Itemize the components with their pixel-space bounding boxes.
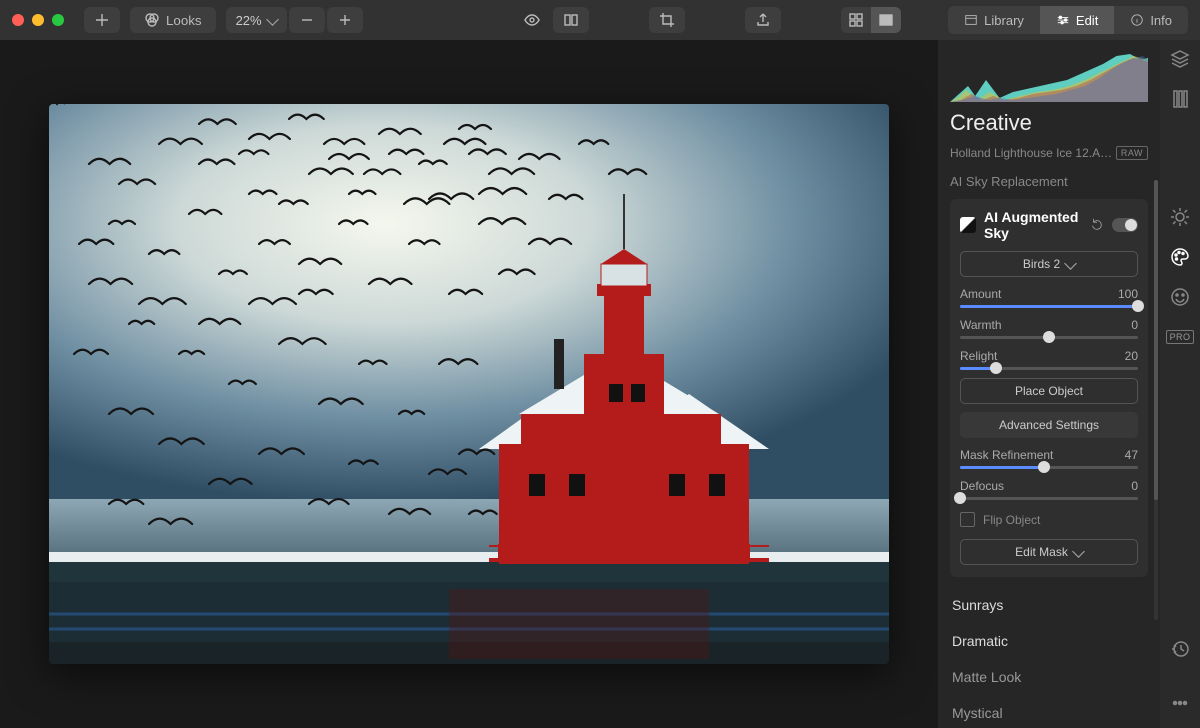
looks-button[interactable]: Looks [130, 7, 216, 33]
looks-icon [144, 12, 160, 28]
tab-info[interactable]: Info [1114, 6, 1188, 34]
zoom-percent[interactable]: 22% [226, 7, 287, 33]
zoom-out-button[interactable] [289, 7, 325, 33]
crop-button[interactable] [649, 7, 685, 33]
tab-library[interactable]: Library [948, 6, 1040, 34]
light-icon[interactable] [1169, 206, 1191, 228]
preset-matte-look[interactable]: Matte Look [950, 659, 1148, 695]
window-controls [12, 14, 64, 26]
edit-panel: Creative Holland Lighthouse Ice 12.A… RA… [938, 40, 1200, 728]
share-button[interactable] [745, 7, 781, 33]
creative-icon[interactable] [1169, 246, 1191, 268]
preset-sunrays[interactable]: Sunrays [950, 587, 1148, 623]
flip-object-checkbox[interactable]: Flip Object [960, 512, 1138, 527]
slider-defocus[interactable]: Defocus0 [960, 479, 1138, 500]
tab-edit[interactable]: Edit [1040, 6, 1114, 34]
maximize-window[interactable] [52, 14, 64, 26]
histogram[interactable] [950, 50, 1148, 102]
effect-title: AI Augmented Sky [984, 209, 1082, 241]
pro-badge[interactable]: PRO [1169, 326, 1191, 348]
panel-scrollbar[interactable] [1154, 180, 1158, 620]
filename: Holland Lighthouse Ice 12.A… [950, 146, 1112, 160]
grid-view-button[interactable] [841, 7, 871, 33]
ai-augmented-sky-panel: AI Augmented Sky Birds 2 Amount100 Warmt… [950, 199, 1148, 577]
preview-button[interactable] [517, 7, 547, 33]
zoom-in-button[interactable] [327, 7, 363, 33]
chevron-down-icon [1064, 257, 1077, 270]
edit-mask-button[interactable]: Edit Mask [960, 539, 1138, 565]
close-window[interactable] [12, 14, 24, 26]
slider-warmth[interactable]: Warmth0 [960, 318, 1138, 339]
effect-swatch-icon [960, 217, 976, 233]
canvas-area[interactable]: (function(){var g=document.getElementByI… [0, 40, 938, 728]
chevron-down-icon [1072, 545, 1085, 558]
slider-amount[interactable]: Amount100 [960, 287, 1138, 308]
chevron-down-icon [266, 13, 279, 26]
library-icon [964, 13, 978, 27]
slider-relight[interactable]: Relight20 [960, 349, 1138, 370]
view-mode-pair [841, 7, 901, 33]
sky-preset-select[interactable]: Birds 2 [960, 251, 1138, 277]
looks-label: Looks [166, 13, 202, 28]
section-title: Creative [950, 110, 1148, 136]
app-toolbar: Looks 22% Library Edit Info [0, 0, 1200, 40]
info-icon [1130, 13, 1144, 27]
more-icon[interactable] [1169, 692, 1191, 714]
adjustments-icon[interactable] [1169, 88, 1191, 110]
compare-button[interactable] [553, 7, 589, 33]
zoom-controls: 22% [226, 7, 363, 33]
preset-ai-sky-replacement[interactable]: AI Sky Replacement [950, 174, 1148, 189]
single-view-button[interactable] [871, 7, 901, 33]
portrait-icon[interactable] [1169, 286, 1191, 308]
slider-mask-refinement[interactable]: Mask Refinement47 [960, 448, 1138, 469]
preset-mystical[interactable]: Mystical [950, 695, 1148, 728]
reset-effect-button[interactable] [1090, 217, 1104, 234]
mode-tabs: Library Edit Info [948, 6, 1188, 34]
edit-icon [1056, 13, 1070, 27]
photo-preview: (function(){var g=document.getElementByI… [49, 104, 889, 664]
filename-row: Holland Lighthouse Ice 12.A… RAW [950, 146, 1148, 160]
raw-badge: RAW [1116, 146, 1148, 160]
advanced-settings-button[interactable]: Advanced Settings [960, 412, 1138, 438]
add-button[interactable] [84, 7, 120, 33]
checkbox-icon [960, 512, 975, 527]
preset-dramatic[interactable]: Dramatic [950, 623, 1148, 659]
minimize-window[interactable] [32, 14, 44, 26]
layers-icon[interactable] [1169, 48, 1191, 70]
effect-toggle[interactable] [1112, 218, 1138, 232]
place-object-button[interactable]: Place Object [960, 378, 1138, 404]
edit-category-rail: PRO [1160, 40, 1200, 728]
history-icon[interactable] [1169, 638, 1191, 660]
